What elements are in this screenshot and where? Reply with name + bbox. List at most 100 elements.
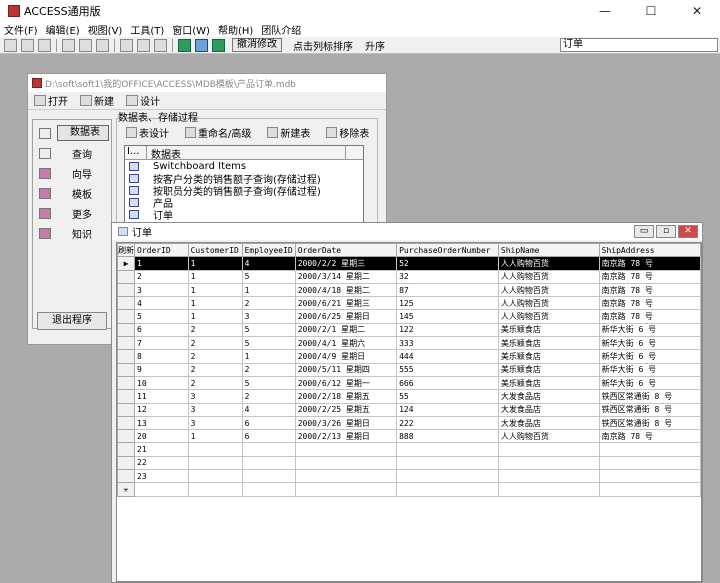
menu-window[interactable]: 窗口(W) — [172, 22, 210, 37]
column-header[interactable]: CustomerID — [187, 243, 243, 258]
table-cell[interactable]: 大发食品店 — [497, 415, 600, 431]
table-cell[interactable]: 1 — [187, 296, 243, 311]
menu-help[interactable]: 帮助(H) — [218, 22, 253, 37]
list-header-extra[interactable] — [345, 146, 363, 159]
table-row[interactable]: 23 — [117, 469, 701, 484]
table-cell[interactable] — [497, 469, 600, 484]
table-cell[interactable]: 52 — [396, 256, 499, 271]
column-header[interactable]: OrderID — [134, 243, 189, 258]
table-cell[interactable]: 新华大街 6 号 — [598, 362, 701, 377]
column-header[interactable]: ShipName — [497, 243, 600, 258]
new-file-icon[interactable] — [4, 38, 17, 52]
table-cell[interactable]: 3 — [134, 282, 189, 298]
table-cell[interactable]: 4 — [241, 256, 296, 271]
table-cell[interactable]: 7 — [134, 336, 189, 351]
table-cell[interactable]: 美乐颖食店 — [497, 375, 600, 391]
table-cell[interactable]: 2000/2/1 星期二 — [294, 322, 398, 338]
table-cell[interactable] — [294, 442, 398, 457]
table-cell[interactable] — [187, 482, 243, 497]
save-icon[interactable] — [38, 38, 51, 52]
menu-tools[interactable]: 工具(T) — [130, 22, 164, 37]
table-cell[interactable]: 5 — [134, 309, 189, 324]
table-cell[interactable]: 南京路 78 号 — [598, 309, 701, 324]
table-cell[interactable] — [134, 482, 189, 497]
table-cell[interactable]: 2000/6/12 星期一 — [294, 375, 398, 391]
table-cell[interactable]: 11 — [134, 389, 189, 404]
table-cell[interactable]: 55 — [396, 389, 499, 404]
row-selector[interactable] — [117, 442, 135, 457]
table-row[interactable]: 5 1 3 2000/6/25 星期日 145 人人购物百货 南京路 78 号 — [117, 309, 701, 324]
row-selector[interactable] — [117, 415, 135, 431]
window-icon[interactable] — [120, 38, 133, 52]
table-cell[interactable]: 20 — [134, 429, 189, 444]
table-cell[interactable]: 南京路 78 号 — [598, 282, 701, 298]
row-selector[interactable] — [117, 429, 135, 444]
table-cell[interactable]: 6 — [241, 429, 296, 444]
row-selector[interactable] — [117, 322, 135, 338]
table-cell[interactable] — [294, 469, 398, 484]
table-row[interactable]: 22 — [117, 455, 701, 471]
exit-button[interactable]: 退出程序 — [37, 312, 107, 330]
new-button[interactable]: 新建 — [78, 93, 114, 108]
table-cell[interactable] — [497, 482, 600, 497]
table-cell[interactable]: 222 — [396, 415, 499, 431]
table-cell[interactable] — [187, 455, 243, 471]
table-cell[interactable]: 22 — [134, 455, 189, 471]
table-cell[interactable]: 2 — [134, 269, 189, 284]
table-cell[interactable]: 南京路 78 号 — [598, 429, 701, 444]
table-cell[interactable]: 12 — [134, 402, 189, 417]
table-cell[interactable]: 2000/2/18 星期五 — [294, 389, 398, 404]
row-selector[interactable] — [117, 349, 135, 364]
table-cell[interactable]: 444 — [396, 349, 499, 364]
orders-minimize-button[interactable]: ▭ — [634, 225, 654, 238]
table-cell[interactable]: 1 — [187, 282, 243, 298]
table-cell[interactable]: 2 — [187, 322, 243, 338]
list-header-name[interactable]: 数据表 — [147, 146, 345, 161]
column-header[interactable]: PurchaseOrderNumber — [396, 243, 499, 258]
new-row-marker[interactable]: ✳ — [117, 482, 135, 497]
table-cell[interactable]: 2 — [241, 362, 296, 377]
table-cell[interactable]: 人人购物百货 — [497, 296, 600, 311]
table-design-button[interactable]: 表设计 — [124, 125, 169, 140]
table-cell[interactable]: 1 — [187, 429, 243, 444]
table-cell[interactable]: 4 — [134, 296, 189, 311]
table-cell[interactable]: 23 — [134, 469, 189, 484]
nav-item-tables[interactable]: 数据表 — [35, 124, 109, 142]
table-cell[interactable]: 大发食品店 — [497, 389, 600, 404]
table-cell[interactable]: 2000/4/1 星期六 — [294, 336, 398, 351]
new-table-button[interactable]: 新建表 — [265, 125, 310, 140]
menu-team[interactable]: 团队介绍 — [261, 22, 301, 37]
table-cell[interactable]: 2000/4/9 星期日 — [294, 349, 398, 364]
table-cell[interactable]: 5 — [241, 322, 296, 338]
menu-file[interactable]: 文件(F) — [4, 22, 38, 37]
table-cell[interactable]: 8 — [134, 349, 189, 364]
table-cell[interactable]: 3 — [187, 402, 243, 417]
table-cell[interactable] — [598, 469, 701, 484]
row-selector[interactable] — [117, 309, 135, 324]
table-cell[interactable]: 人人购物百货 — [497, 269, 600, 284]
find-icon[interactable] — [154, 38, 167, 52]
table-cell[interactable] — [294, 455, 398, 471]
list-header-id[interactable]: I... — [125, 146, 147, 159]
table-row[interactable]: 4 1 2 2000/6/21 星期三 125 人人购物百货 南京路 78 号 — [117, 296, 701, 311]
table-cell[interactable]: 1 — [187, 309, 243, 324]
row-selector[interactable] — [117, 455, 135, 471]
table-row[interactable]: 20 1 6 2000/2/13 星期日 888 人人购物百货 南京路 78 号 — [117, 429, 701, 444]
table-cell[interactable]: 9 — [134, 362, 189, 377]
row-selector[interactable] — [117, 402, 135, 417]
nav-item-knowledge[interactable]: 知识 — [35, 224, 109, 242]
table-cell[interactable]: 美乐颖食店 — [497, 336, 600, 351]
table-cell[interactable] — [497, 455, 600, 471]
table-cell[interactable]: 666 — [396, 375, 499, 391]
table-row[interactable]: 2 1 5 2000/3/14 星期二 32 人人购物百货 南京路 78 号 — [117, 269, 701, 284]
table-cell[interactable] — [396, 482, 499, 497]
table-cell[interactable]: 21 — [134, 442, 189, 457]
table-row[interactable]: 6 2 5 2000/2/1 星期二 122 美乐颖食店 新华大街 6 号 — [117, 322, 701, 338]
table-cell[interactable] — [241, 442, 296, 457]
table-cell[interactable]: 87 — [396, 282, 499, 298]
print-icon[interactable] — [96, 38, 109, 52]
row-selector[interactable] — [117, 469, 135, 484]
table-cell[interactable]: 1 — [241, 282, 296, 298]
table-cell[interactable]: 美乐颖食店 — [497, 322, 600, 338]
nav-item-templates[interactable]: 模板 — [35, 184, 109, 202]
